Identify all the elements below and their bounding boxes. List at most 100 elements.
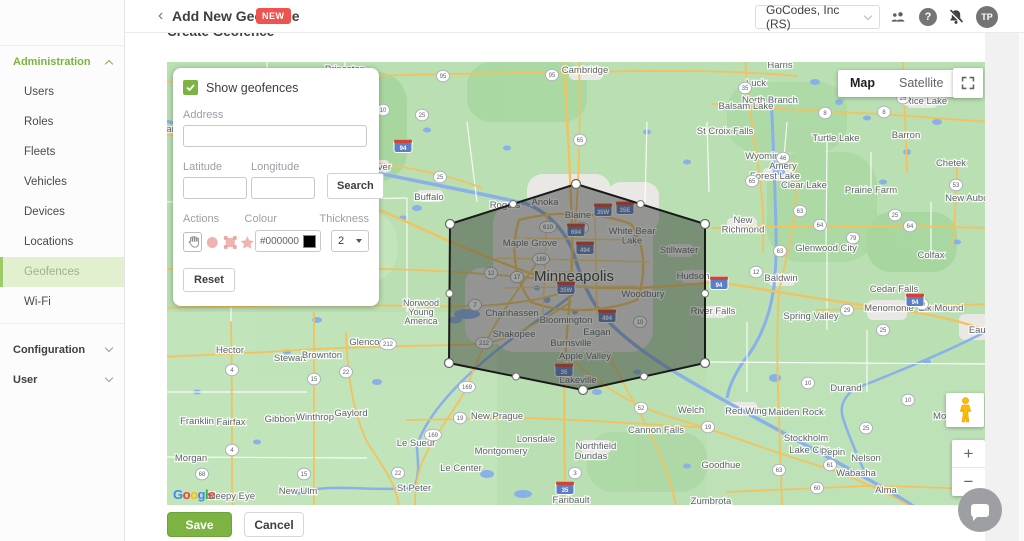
- user-avatar[interactable]: TP: [976, 6, 998, 28]
- colour-swatch[interactable]: [303, 235, 316, 248]
- geofence-midpoint-handle[interactable]: [641, 373, 648, 380]
- geofence-vertex-handle[interactable]: [445, 359, 454, 368]
- reset-button[interactable]: Reset: [183, 268, 235, 292]
- fullscreen-button[interactable]: [953, 68, 983, 98]
- sidebar: AdministrationUsers Roles Fleets VehiclesDe…: [0, 0, 125, 541]
- svg-text:12: 12: [753, 270, 760, 276]
- address-input[interactable]: [183, 125, 367, 147]
- geofence-midpoint-handle[interactable]: [513, 373, 520, 380]
- geofence-midpoint-handle[interactable]: [702, 290, 709, 297]
- map-type-control: Map Satellite: [838, 70, 955, 97]
- map-city-label: Balsam Lake: [719, 101, 774, 112]
- map-city-label: Rice Lake: [905, 96, 947, 107]
- pegman-icon: [958, 397, 973, 423]
- svg-text:94: 94: [912, 300, 919, 306]
- route-shield: 25: [416, 109, 429, 121]
- sidebar-item-locations[interactable]: Locations: [0, 227, 124, 257]
- route-shield: 22: [340, 366, 353, 378]
- geofence-vertex-handle[interactable]: [446, 220, 455, 229]
- svg-text:10: 10: [805, 381, 812, 387]
- help-icon[interactable]: ?: [919, 8, 937, 26]
- circle-tool-icon[interactable]: [205, 235, 220, 250]
- chevron-up-icon: [105, 60, 113, 68]
- geofence-vertex-handle[interactable]: [572, 180, 581, 189]
- content-background: [985, 33, 1019, 541]
- svg-text:94: 94: [400, 146, 407, 152]
- star-tool-icon[interactable]: [240, 235, 255, 250]
- sidebar-item-geofences[interactable]: Geofences: [0, 257, 124, 287]
- map-canvas[interactable]: PrincetonCambridgeHarrisNorth BranchSher…: [167, 62, 985, 505]
- sidebar-item-devices[interactable]: Devices: [0, 197, 124, 227]
- map-type-map-button[interactable]: Map: [838, 70, 887, 97]
- top-bar: ‹ Add New Geofence NEW GoCodes, Inc (RS)…: [125, 0, 1024, 33]
- search-button[interactable]: Search: [327, 173, 384, 199]
- interstate-shield: 35: [556, 482, 574, 495]
- geofence-midpoint-handle[interactable]: [510, 201, 517, 208]
- organization-select[interactable]: GoCodes, Inc (RS): [755, 5, 880, 29]
- sidebar-item-wi-fi[interactable]: Wi-Fi: [0, 287, 124, 317]
- route-shield: 10: [802, 377, 815, 389]
- latitude-input[interactable]: [183, 177, 247, 199]
- map-city-label: Morgan: [175, 453, 207, 464]
- new-badge: NEW: [256, 8, 291, 24]
- route-shield: 22: [392, 467, 405, 479]
- map-type-satellite-button[interactable]: Satellite: [887, 70, 955, 97]
- thickness-select[interactable]: 2: [331, 230, 369, 252]
- fullscreen-icon: [961, 76, 975, 90]
- map-city-label: Spring Valley: [783, 311, 839, 322]
- longitude-label: Longitude: [251, 161, 315, 173]
- map-city-label: Welch: [678, 405, 704, 416]
- sidebar-item-users[interactable]: Users: [0, 77, 124, 107]
- sidebar-item-user[interactable]: User: [0, 365, 124, 395]
- geofence-vertex-handle[interactable]: [701, 359, 710, 368]
- cancel-button[interactable]: Cancel: [244, 512, 304, 537]
- map-city-label: St Peter: [397, 483, 431, 494]
- svg-text:35: 35: [742, 86, 749, 92]
- svg-text:15: 15: [311, 377, 318, 383]
- notifications-off-icon[interactable]: [947, 8, 965, 26]
- polygon-tool-icon[interactable]: [223, 235, 238, 250]
- svg-text:94: 94: [716, 283, 723, 289]
- sidebar-item-administration[interactable]: Administration: [0, 47, 124, 77]
- map-city-label: Maiden Rock: [768, 407, 824, 418]
- pan-tool-button[interactable]: [183, 232, 202, 252]
- map-city-label: Baldwin: [764, 273, 797, 284]
- route-shield: 3: [569, 467, 582, 479]
- sidebar-item-vehicles[interactable]: Vehicles: [0, 167, 124, 197]
- map-city-label: Red Wing: [725, 406, 767, 417]
- sidebar-item-roles[interactable]: Roles: [0, 107, 124, 137]
- chat-fab[interactable]: [958, 488, 1002, 532]
- map-city-label: Durand: [830, 383, 861, 394]
- svg-text:64: 64: [907, 224, 914, 230]
- longitude-input[interactable]: [251, 177, 315, 199]
- map-city-label: Turtle Lake: [812, 133, 859, 144]
- geofence-polygon[interactable]: [449, 184, 705, 390]
- section-heading: Create Geofence: [167, 33, 387, 41]
- svg-text:63: 63: [777, 249, 784, 255]
- users-icon[interactable]: [889, 8, 907, 26]
- colour-input[interactable]: #000000: [255, 230, 321, 252]
- map-city-label: St Croix Falls: [697, 126, 754, 137]
- svg-text:169: 169: [462, 385, 473, 391]
- map-city-label: Winthrop: [296, 412, 334, 423]
- route-shield: 25: [877, 324, 890, 336]
- route-shield: 15: [298, 468, 311, 480]
- save-button[interactable]: Save: [167, 512, 232, 537]
- geofence-midpoint-handle[interactable]: [637, 201, 644, 208]
- geofence-vertex-handle[interactable]: [701, 220, 710, 229]
- sidebar-item-configuration[interactable]: Configuration: [0, 335, 124, 365]
- pegman-control[interactable]: [946, 393, 984, 427]
- geofence-midpoint-handle[interactable]: [446, 290, 453, 297]
- map-city-label: Goodhue: [701, 460, 740, 471]
- zoom-in-button[interactable]: +: [952, 440, 985, 468]
- svg-text:25: 25: [880, 328, 887, 334]
- sidebar-item-label: Fleets: [24, 146, 55, 158]
- sidebar-item-label: Roles: [24, 116, 53, 128]
- route-shield: 52: [635, 402, 648, 414]
- back-icon[interactable]: ‹: [158, 7, 163, 25]
- geofence-vertex-handle[interactable]: [579, 386, 588, 395]
- sidebar-item-fleets[interactable]: Fleets: [0, 137, 124, 167]
- svg-text:60: 60: [814, 486, 821, 492]
- map-city-label: Harris: [767, 62, 793, 71]
- show-geofences-checkbox[interactable]: [183, 80, 198, 95]
